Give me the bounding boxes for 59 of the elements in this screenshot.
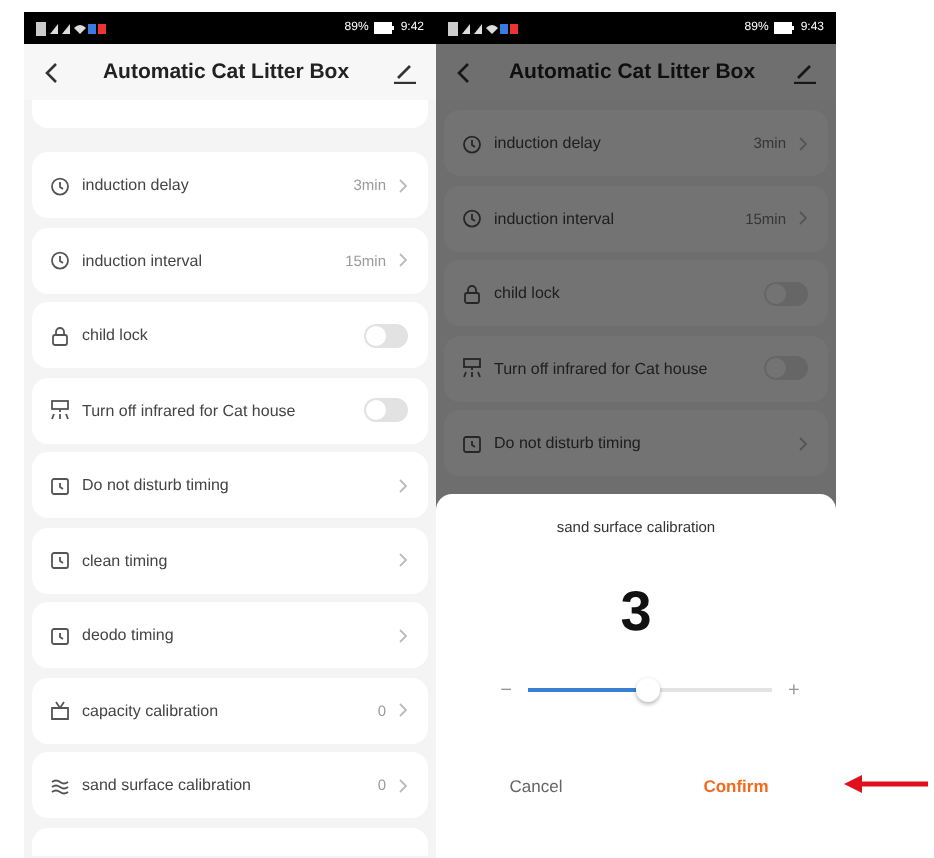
calibration-value: 3: [620, 584, 652, 640]
clock-icon: [462, 208, 482, 228]
chevron-right-icon: [398, 627, 408, 643]
chevron-right-icon: [798, 435, 808, 451]
setting-label: Do not disturb timing: [82, 476, 231, 494]
alarm-clock-icon: [50, 550, 70, 570]
lamp-icon: [50, 400, 70, 420]
screen-title: Automatic Cat Litter Box: [100, 60, 352, 84]
setting-label: induction delay: [494, 134, 603, 152]
slider-thumb[interactable]: [635, 678, 660, 702]
settings-row[interactable]: child lock: [444, 260, 828, 326]
waves-icon: [50, 775, 70, 795]
chevron-right-icon: [398, 177, 408, 193]
settings-row[interactable]: Do not disturb timing: [444, 410, 828, 476]
status-icons-drawing: [36, 21, 112, 35]
settings-row[interactable]: Turn off infrared for Cat house: [32, 377, 428, 443]
edit-icon[interactable]: [394, 61, 416, 83]
chevron-right-icon: [398, 477, 408, 493]
lock-icon: [50, 325, 70, 345]
toggle-switch[interactable]: [364, 398, 408, 422]
setting-label: child lock: [494, 284, 562, 302]
screen-title: Automatic Cat Litter Box: [506, 60, 758, 84]
alarm-clock-icon: [462, 433, 482, 453]
alarm-clock-icon: [50, 625, 70, 645]
clock-icon: [50, 250, 70, 270]
chevron-right-icon: [798, 210, 808, 226]
back-icon[interactable]: [44, 61, 58, 83]
toggle-switch[interactable]: [364, 323, 408, 347]
settings-row[interactable]: Turn off infrared for Cat house: [444, 335, 828, 401]
setting-label: Turn off infrared for Cat house: [82, 401, 298, 419]
cancel-button[interactable]: Cancel: [436, 768, 636, 804]
chevron-right-icon: [398, 777, 408, 793]
chevron-right-icon: [798, 135, 808, 151]
settings-row[interactable]: clean timing: [32, 527, 428, 593]
arrow-left-icon: [844, 774, 928, 794]
battery-icon: [774, 22, 795, 34]
battery-icon: [374, 22, 395, 34]
settings-row[interactable]: Do not disturb timing: [32, 452, 428, 518]
setting-label: induction interval: [82, 251, 205, 269]
settings-row[interactable]: child lock: [32, 302, 428, 368]
chevron-right-icon: [398, 702, 408, 718]
chevron-right-icon: [398, 552, 408, 568]
setting-label: deodo timing: [82, 626, 176, 644]
setting-label: Do not disturb timing: [494, 434, 643, 452]
clock-icon: [462, 133, 482, 153]
setting-label: child lock: [82, 326, 150, 344]
setting-label: induction interval: [494, 209, 617, 227]
alarm-clock-icon: [50, 475, 70, 495]
clock-icon: [50, 175, 70, 195]
lock-icon: [462, 283, 482, 303]
lamp-icon: [462, 358, 482, 378]
setting-label: sand surface calibration: [82, 776, 253, 794]
setting-label: clean timing: [82, 551, 170, 569]
setting-label: induction delay: [82, 176, 191, 194]
status-icons-drawing: [448, 21, 524, 35]
settings-row[interactable]: deodo timing: [32, 602, 428, 668]
chevron-right-icon: [398, 252, 408, 268]
setting-label: Turn off infrared for Cat house: [494, 359, 710, 377]
setting-label: capacity calibration: [82, 701, 221, 719]
